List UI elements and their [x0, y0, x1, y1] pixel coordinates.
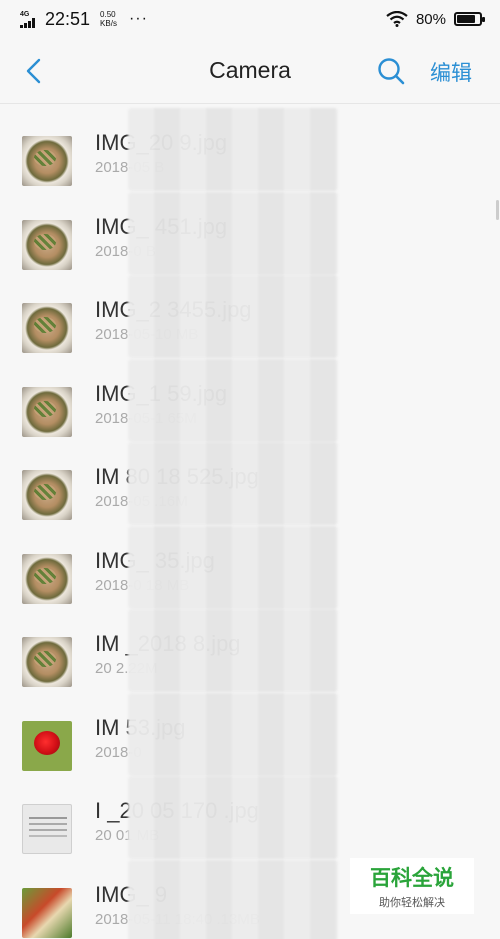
battery-percent: 80%	[415, 10, 446, 28]
search-button[interactable]	[376, 56, 406, 86]
signal-icon	[20, 17, 35, 28]
privacy-mosaic	[128, 525, 338, 609]
back-button[interactable]	[18, 54, 48, 88]
file-list-item[interactable]: IMG_20 9.jpg2018-05 B	[0, 108, 500, 191]
more-notifications-icon: ···	[128, 10, 148, 27]
status-bar: 4G 22:51 0.50 KB/s ··· 80%	[0, 0, 500, 38]
chevron-left-icon	[26, 58, 41, 84]
scrollbar[interactable]	[496, 200, 499, 220]
file-list: IMG_20 9.jpg2018-05 BIMG_ 451.jpg2018-0 …	[0, 104, 500, 939]
file-list-item[interactable]: IM 53.jpg2018-0	[0, 692, 500, 776]
edit-button[interactable]: 编辑	[430, 57, 472, 87]
privacy-mosaic	[128, 358, 338, 442]
file-list-item[interactable]: IMG_2 3455.jpg2018-05-10 MB	[0, 275, 500, 358]
clock: 22:51	[45, 8, 91, 29]
watermark: 百科全说 助你轻松解决	[350, 858, 474, 914]
privacy-mosaic	[128, 776, 338, 859]
file-thumbnail	[22, 219, 72, 270]
file-thumbnail	[22, 303, 72, 353]
privacy-mosaic	[128, 692, 338, 776]
privacy-mosaic	[128, 859, 338, 939]
battery-icon	[454, 12, 485, 26]
app-header: Camera 编辑	[0, 38, 500, 104]
file-thumbnail	[22, 470, 72, 520]
file-list-item[interactable]: IM 80 18 525.jpg2018-05 .16M	[0, 442, 500, 525]
speed-unit: KB/s	[100, 19, 117, 28]
watermark-subtitle: 助你轻松解决	[379, 896, 445, 909]
watermark-title: 百科全说	[370, 866, 454, 890]
privacy-mosaic	[128, 275, 338, 358]
status-left: 4G 22:51 0.50 KB/s ···	[20, 9, 148, 30]
search-icon	[378, 58, 405, 85]
file-thumbnail	[22, 637, 72, 687]
status-right: 80%	[386, 10, 485, 28]
file-thumbnail	[22, 553, 72, 604]
privacy-mosaic	[128, 442, 338, 525]
file-list-item[interactable]: IMG_1 59.jpg2018-05-1 65M	[0, 358, 500, 442]
network-indicator: 4G	[20, 11, 35, 28]
privacy-mosaic	[128, 609, 338, 692]
file-list-item[interactable]: IMG_ 35.jpg2018-0 18 MB	[0, 525, 500, 609]
file-thumbnail	[22, 386, 72, 437]
file-thumbnail	[22, 804, 72, 854]
battery-level	[457, 15, 475, 23]
file-thumbnail	[22, 887, 72, 938]
file-list-item[interactable]: I _20 05 170 .jpg20 01 MB	[0, 776, 500, 859]
speed-value: 0.50	[100, 10, 116, 19]
file-list-item[interactable]: IMG_ 451.jpg2018-0 B	[0, 191, 500, 275]
privacy-mosaic	[128, 108, 338, 191]
file-thumbnail	[22, 136, 72, 186]
network-speed: 0.50 KB/s	[100, 10, 117, 28]
network-label: 4G	[20, 10, 30, 18]
wifi-icon	[386, 11, 408, 27]
page-title: Camera	[209, 57, 291, 83]
privacy-mosaic	[128, 191, 338, 275]
file-thumbnail	[22, 720, 72, 771]
file-list-item[interactable]: IM _2018 8.jpg20 2.22M	[0, 609, 500, 692]
